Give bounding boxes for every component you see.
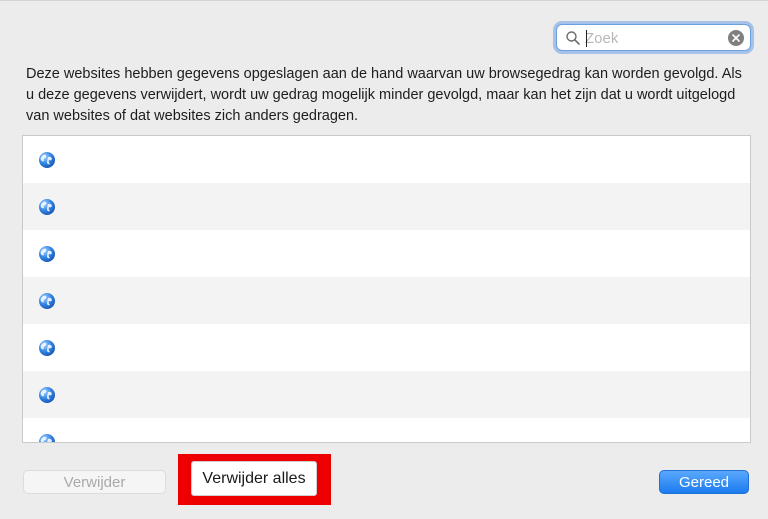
- search-input[interactable]: [585, 28, 725, 48]
- remove-all-button[interactable]: Verwijder alles: [191, 461, 317, 496]
- globe-icon: [38, 433, 56, 442]
- remove-button[interactable]: Verwijder: [23, 470, 166, 494]
- globe-icon: [38, 245, 56, 263]
- list-item[interactable]: [23, 371, 750, 418]
- globe-icon: [38, 198, 56, 216]
- text-caret: [586, 30, 587, 47]
- list-item[interactable]: [23, 418, 750, 442]
- globe-icon: [38, 339, 56, 357]
- search-icon: [566, 31, 580, 45]
- globe-icon: [38, 292, 56, 310]
- clear-search-icon[interactable]: [728, 30, 744, 46]
- search-field[interactable]: [556, 24, 751, 51]
- window-top-border: [0, 0, 768, 1]
- list-item[interactable]: [23, 230, 750, 277]
- list-item[interactable]: [23, 277, 750, 324]
- close-icon: [732, 34, 740, 42]
- list-item[interactable]: [23, 324, 750, 371]
- privacy-description: Deze websites hebben gegevens opgeslagen…: [26, 66, 742, 124]
- globe-icon: [38, 386, 56, 404]
- list-item[interactable]: [23, 183, 750, 230]
- website-data-list[interactable]: [22, 135, 751, 443]
- globe-icon: [38, 151, 56, 169]
- list-item[interactable]: [23, 136, 750, 183]
- done-button[interactable]: Gereed: [659, 470, 749, 494]
